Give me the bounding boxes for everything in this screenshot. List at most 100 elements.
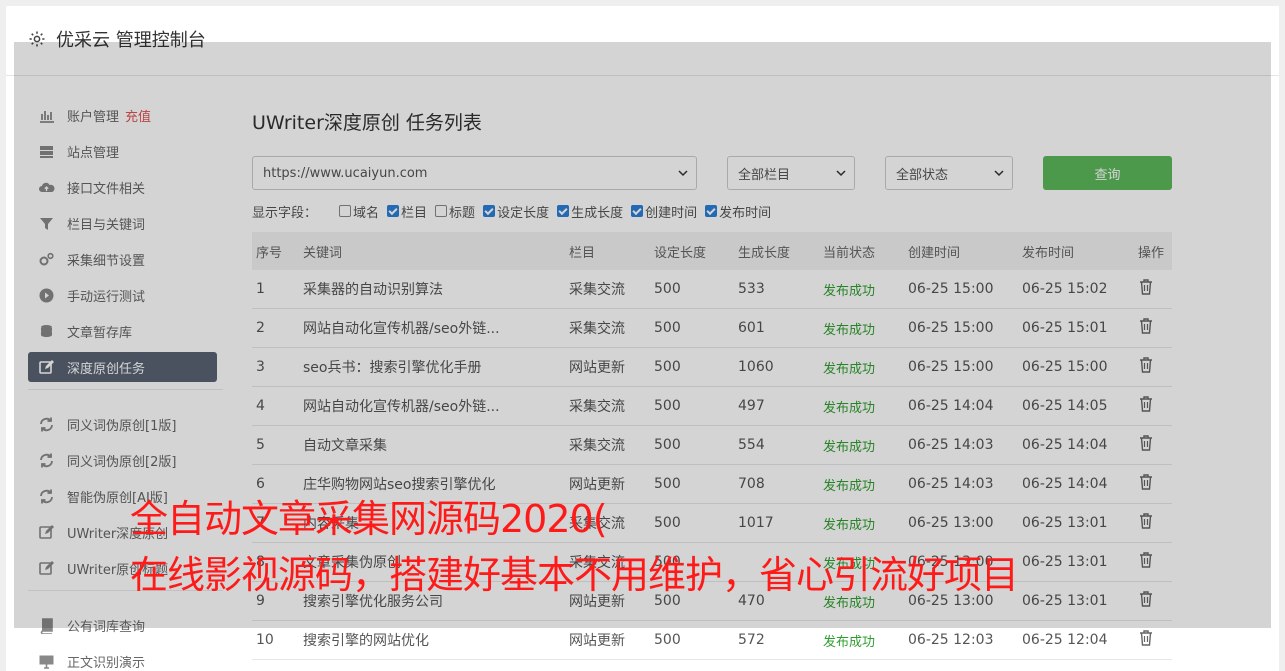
field-checkbox-label: 设定长度: [497, 205, 550, 221]
column-select-value: 全部栏目: [738, 167, 791, 183]
sidebar-item-14[interactable]: 正文识别演示: [28, 646, 217, 671]
sidebar-item-label: 手动运行测试: [67, 289, 146, 305]
delete-button[interactable]: [1138, 629, 1154, 651]
table-cell: 06-25 13:01: [1022, 593, 1108, 609]
display-fields-label: 显示字段：: [252, 205, 318, 221]
field-checkbox[interactable]: 域名: [339, 202, 379, 221]
sidebar-item-label: 栏目与关键词: [67, 217, 146, 233]
field-checkbox-label: 生成长度: [571, 205, 624, 221]
field-checkbox-label: 发布时间: [719, 205, 772, 221]
table-cell: 10: [256, 632, 274, 648]
checkbox-box[interactable]: [705, 205, 718, 217]
delete-button[interactable]: [1138, 278, 1154, 300]
delete-button[interactable]: [1138, 395, 1154, 417]
table-cell: 4: [256, 398, 265, 414]
sidebar-item-3[interactable]: 栏目与关键词: [28, 208, 217, 238]
checkbox-box[interactable]: [557, 205, 570, 217]
display-fields: 显示字段： 域名 栏目 标题 设定长度 生成长度 创建时间 发布时间: [252, 202, 779, 221]
delete-button[interactable]: [1138, 551, 1154, 573]
field-checkbox[interactable]: 设定长度: [483, 202, 549, 221]
chevron-down-icon: [836, 170, 846, 177]
column-header: 当前状态: [823, 245, 876, 261]
database-icon: [41, 324, 52, 337]
table-cell: 500: [654, 281, 681, 297]
field-checkbox[interactable]: 标题: [435, 202, 475, 221]
table-row: 1 采集器的自动识别算法 采集交流 500 533 发布成功 06-25 15:00 06-2…: [252, 270, 1172, 309]
status-select-value: 全部状态: [896, 167, 949, 183]
chevron-down-icon: [678, 170, 688, 177]
field-checkbox[interactable]: 生成长度: [557, 202, 623, 221]
table-cell: 500: [654, 437, 681, 453]
table-cell: 采集交流: [569, 282, 625, 298]
table-cell: seo兵书：搜索引擎优化手册: [303, 360, 482, 376]
checkbox-box[interactable]: [435, 205, 448, 217]
checkbox-box[interactable]: [387, 205, 400, 217]
table-cell: 1: [256, 281, 265, 297]
edit-icon: [39, 359, 54, 374]
sidebar-item-label: 账户管理: [67, 109, 120, 125]
recharge-link[interactable]: 充值: [125, 106, 151, 125]
site-select-value: https://www.ucaiyun.com: [263, 165, 428, 181]
trash-icon: [1140, 552, 1152, 568]
sidebar-item-8[interactable]: 同义词伪原创[1版]: [28, 409, 217, 439]
table-cell: 601: [738, 320, 765, 336]
query-button[interactable]: 查询: [1043, 156, 1172, 190]
delete-button[interactable]: [1138, 317, 1154, 339]
table-cell: 06-25 14:03: [908, 437, 994, 453]
table-cell: 06-25 15:00: [908, 281, 994, 297]
sidebar-item-0[interactable]: 账户管理 充值: [28, 100, 217, 130]
table-cell: 06-25 15:02: [1022, 281, 1108, 297]
sidebar-item-1[interactable]: 站点管理: [28, 136, 217, 166]
table-cell: 搜索引擎的网站优化: [303, 633, 429, 649]
delete-button[interactable]: [1138, 473, 1154, 495]
status-select[interactable]: 全部状态: [885, 156, 1013, 190]
status-text: 发布成功: [823, 478, 876, 494]
table-row: 3 seo兵书：搜索引擎优化手册 网站更新 500 1060 发布成功 06-25 15:0…: [252, 348, 1172, 387]
sidebar-item-5[interactable]: 手动运行测试: [28, 280, 217, 310]
table-row: 10 搜索引擎的网站优化 网站更新 500 572 发布成功 06-25 12:03 06-2…: [252, 621, 1172, 660]
delete-button[interactable]: [1138, 512, 1154, 534]
table-cell: 1060: [738, 359, 774, 375]
monitor-icon: [39, 655, 54, 669]
status-text: 发布成功: [823, 322, 876, 338]
field-checkbox[interactable]: 创建时间: [631, 202, 697, 221]
delete-button[interactable]: [1138, 590, 1154, 612]
gears-icon: [39, 252, 54, 265]
delete-button[interactable]: [1138, 356, 1154, 378]
top-bar: 优采云 管理控制台: [6, 6, 1279, 76]
table-cell: 06-25 15:00: [908, 359, 994, 375]
table-cell: 708: [738, 476, 765, 492]
sidebar-item-9[interactable]: 同义词伪原创[2版]: [28, 445, 217, 475]
table-cell: 5: [256, 437, 265, 453]
table-cell: 网站自动化宣传机器/seo外链...: [303, 321, 500, 337]
sidebar-item-4[interactable]: 采集细节设置: [28, 244, 217, 274]
field-checkbox[interactable]: 栏目: [387, 202, 427, 221]
column-header: 生成长度: [738, 245, 791, 261]
sidebar-item-7[interactable]: 深度原创任务: [28, 352, 217, 382]
trash-icon: [1140, 357, 1152, 373]
table-cell: 06-25 12:03: [908, 632, 994, 648]
app-title: 优采云 管理控制台: [56, 30, 206, 51]
chevron-down-icon: [994, 170, 1004, 177]
sidebar-item-2[interactable]: 接口文件相关: [28, 172, 217, 202]
column-header: 栏目: [569, 245, 596, 261]
column-select[interactable]: 全部栏目: [727, 156, 855, 190]
table-cell: 500: [654, 398, 681, 414]
field-checkbox[interactable]: 发布时间: [705, 202, 771, 221]
table-cell: 572: [738, 632, 765, 648]
table-cell: 采集交流: [569, 438, 625, 454]
sidebar-item-6[interactable]: 文章暂存库: [28, 316, 217, 346]
table-cell: 500: [654, 515, 681, 531]
status-text: 发布成功: [823, 283, 876, 299]
checkbox-box[interactable]: [631, 205, 644, 217]
sidebar-item-13[interactable]: 公有词库查询: [28, 610, 217, 640]
checkbox-box[interactable]: [339, 205, 352, 217]
delete-button[interactable]: [1138, 434, 1154, 456]
trash-icon: [1140, 435, 1152, 451]
field-checkbox-label: 创建时间: [645, 205, 698, 221]
site-select[interactable]: https://www.ucaiyun.com: [252, 156, 697, 190]
sidebar-item-label: 站点管理: [67, 145, 120, 161]
table-cell: 06-25 14:05: [1022, 398, 1108, 414]
table-row: 4 网站自动化宣传机器/seo外链... 采集交流 500 497 发布成功 06-25 1…: [252, 387, 1172, 426]
checkbox-box[interactable]: [483, 205, 496, 217]
